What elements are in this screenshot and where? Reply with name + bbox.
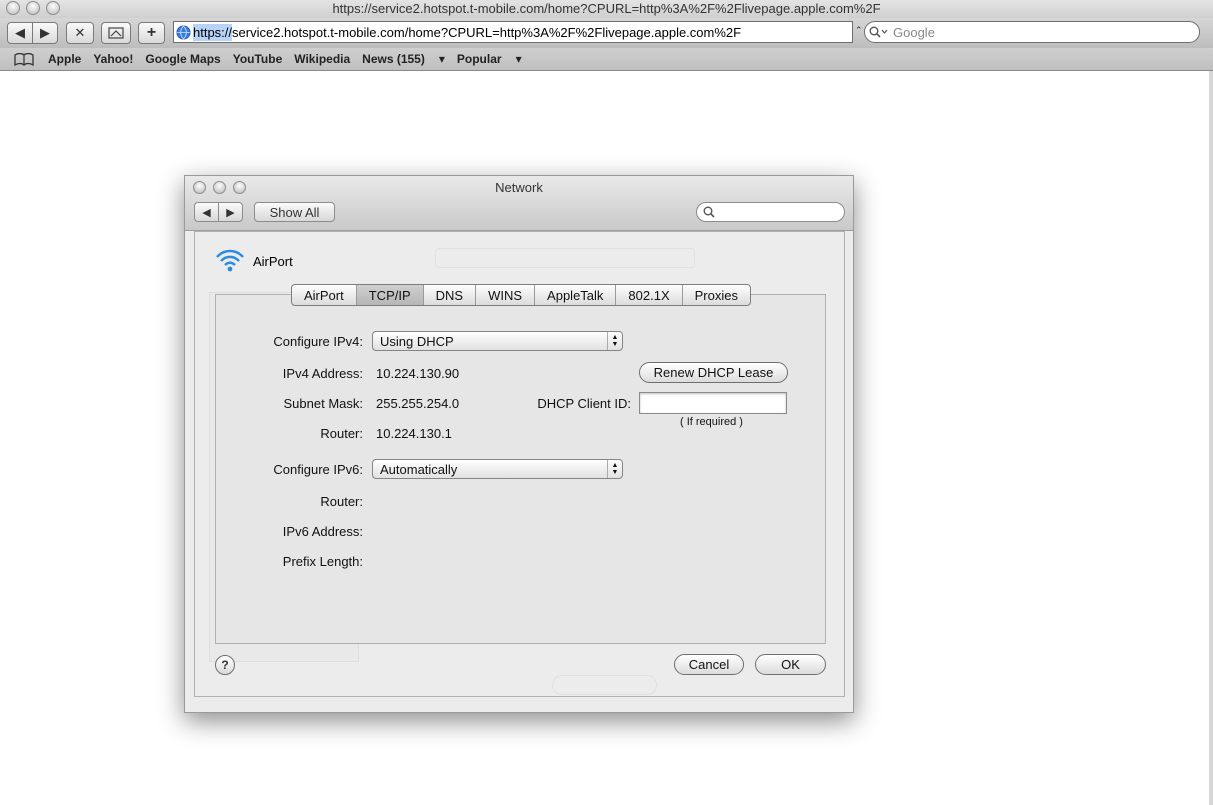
dhcp-client-id-field[interactable] (639, 392, 787, 414)
bookmark-popular-label: Popular (456, 52, 502, 66)
interface-name: AirPort (253, 253, 293, 269)
browser-toolbar: ◀ ▶ ✕ + https://service2.hotspot.t-mobil… (0, 18, 1213, 48)
if-required-note: ( If required ) (680, 416, 743, 428)
forward-arrow-icon: ▶ (226, 206, 235, 219)
subnet-mask-label: Subnet Mask: (283, 396, 364, 411)
bookmark-news-label: News (155) (362, 52, 425, 66)
address-bar[interactable]: https://service2.hotspot.t-mobile.com/ho… (173, 21, 853, 43)
search-placeholder: Google (893, 24, 935, 40)
tab-tcpip[interactable]: TCP/IP (356, 285, 424, 305)
tab-dns[interactable]: DNS (424, 285, 477, 305)
add-bookmark-button[interactable]: + (138, 22, 165, 44)
wifi-icon (216, 249, 244, 272)
network-pane-body: AirPort Configure IPv4: Using DHCP ▲ ▼ IP… (194, 231, 845, 697)
search-field[interactable]: Google (864, 21, 1200, 43)
ipv4-address-value: 10.224.130.90 (376, 366, 460, 381)
renew-dhcp-lease-button[interactable]: Renew DHCP Lease (639, 362, 788, 383)
tab-bar: AirPort TCP/IP DNS WINS AppleTalk 802.1X… (291, 284, 751, 306)
network-preferences-window: Network ◀ ▶ Show All AirPort Configure I… (184, 175, 854, 713)
url-text: service2.hotspot.t-mobile.com/home?CPURL… (232, 24, 742, 40)
forward-button[interactable]: ▶ (32, 22, 58, 44)
popup-arrows-icon: ▲ ▼ (607, 332, 622, 350)
minimize-window-button[interactable] (26, 1, 40, 15)
forward-arrow-icon: ▶ (40, 25, 50, 40)
configure-ipv6-popup[interactable]: Automatically ▲ ▼ (372, 459, 623, 479)
subnet-mask-value: 255.255.254.0 (376, 396, 460, 411)
prefs-forward-button[interactable]: ▶ (218, 202, 243, 222)
snapback-button[interactable] (101, 22, 131, 44)
search-icon (869, 26, 888, 38)
network-window-title: Network (495, 180, 543, 195)
ipv4-address-label: IPv4 Address: (282, 366, 363, 381)
bookmark-wikipedia[interactable]: Wikipedia (294, 52, 350, 66)
ghost-assist-button (552, 675, 657, 695)
ghost-location-popup (435, 248, 695, 268)
browser-window-title: https://service2.hotspot.t-mobile.com/ho… (332, 1, 881, 16)
back-arrow-icon: ◀ (202, 206, 211, 219)
configure-ipv4-popup[interactable]: Using DHCP ▲ ▼ (372, 331, 623, 351)
configure-ipv4-label: Configure IPv4: (273, 334, 363, 349)
configure-ipv6-value: Automatically (380, 461, 458, 477)
prefs-search-field[interactable] (696, 202, 845, 222)
router-label: Router: (320, 426, 363, 441)
add-bookmark-icon: + (146, 24, 157, 41)
configure-ipv4-value: Using DHCP (380, 333, 454, 349)
stop-button[interactable]: ✕ (66, 22, 94, 44)
snapback-icon (108, 27, 124, 39)
browser-titlebar: https://service2.hotspot.t-mobile.com/ho… (0, 0, 1213, 18)
show-all-button[interactable]: Show All (254, 202, 335, 222)
tab-8021x[interactable]: 802.1X (616, 285, 683, 305)
interface-header: AirPort (215, 248, 293, 274)
back-arrow-icon: ◀ (15, 25, 25, 40)
page-right-edge (1209, 71, 1213, 805)
chevron-down-icon: ▾ (515, 52, 522, 66)
popup-arrows-icon: ▲ ▼ (607, 460, 622, 478)
search-icon (703, 206, 715, 218)
bookmark-google-maps[interactable]: Google Maps (145, 52, 220, 66)
tab-wins[interactable]: WINS (476, 285, 536, 305)
bookmark-news[interactable]: News (155) ▾ (362, 52, 445, 66)
close-window-button[interactable] (6, 1, 20, 15)
tab-airport[interactable]: AirPort (292, 285, 357, 305)
stop-icon: ✕ (74, 25, 86, 40)
cancel-button[interactable]: Cancel (674, 654, 744, 675)
bookmark-apple[interactable]: Apple (48, 52, 81, 66)
dhcp-client-id-label: DHCP Client ID: (537, 396, 631, 411)
chevron-down-icon: ▾ (438, 52, 445, 66)
tcpip-panel: Configure IPv4: Using DHCP ▲ ▼ IPv4 Addre… (215, 294, 826, 644)
router-value: 10.224.130.1 (376, 426, 452, 441)
prefix-length-label: Prefix Length: (282, 554, 363, 569)
tab-proxies[interactable]: Proxies (683, 285, 750, 305)
globe-icon (176, 24, 191, 40)
bookmark-popular[interactable]: Popular ▾ (457, 52, 522, 66)
help-button[interactable]: ? (215, 655, 235, 675)
tab-appletalk[interactable]: AppleTalk (535, 285, 617, 305)
bookmarks-bar: Apple Yahoo! Google Maps YouTube Wikiped… (0, 48, 1213, 71)
ok-button[interactable]: OK (755, 654, 826, 675)
back-button[interactable]: ◀ (7, 22, 33, 44)
prefs-back-button[interactable]: ◀ (194, 202, 219, 222)
network-window-titlebar: Network ◀ ▶ Show All (185, 176, 853, 231)
address-history-icon[interactable]: ⌃ (855, 25, 863, 36)
bookmark-youtube[interactable]: YouTube (233, 52, 283, 66)
zoom-window-button[interactable] (46, 1, 60, 15)
bookmark-yahoo[interactable]: Yahoo! (93, 52, 133, 66)
configure-ipv6-label: Configure IPv6: (273, 462, 363, 477)
ipv6-address-label: IPv6 Address: (282, 524, 363, 539)
url-scheme: https:// (193, 23, 233, 41)
ipv6-router-label: Router: (320, 494, 363, 509)
book-icon[interactable] (14, 52, 34, 66)
